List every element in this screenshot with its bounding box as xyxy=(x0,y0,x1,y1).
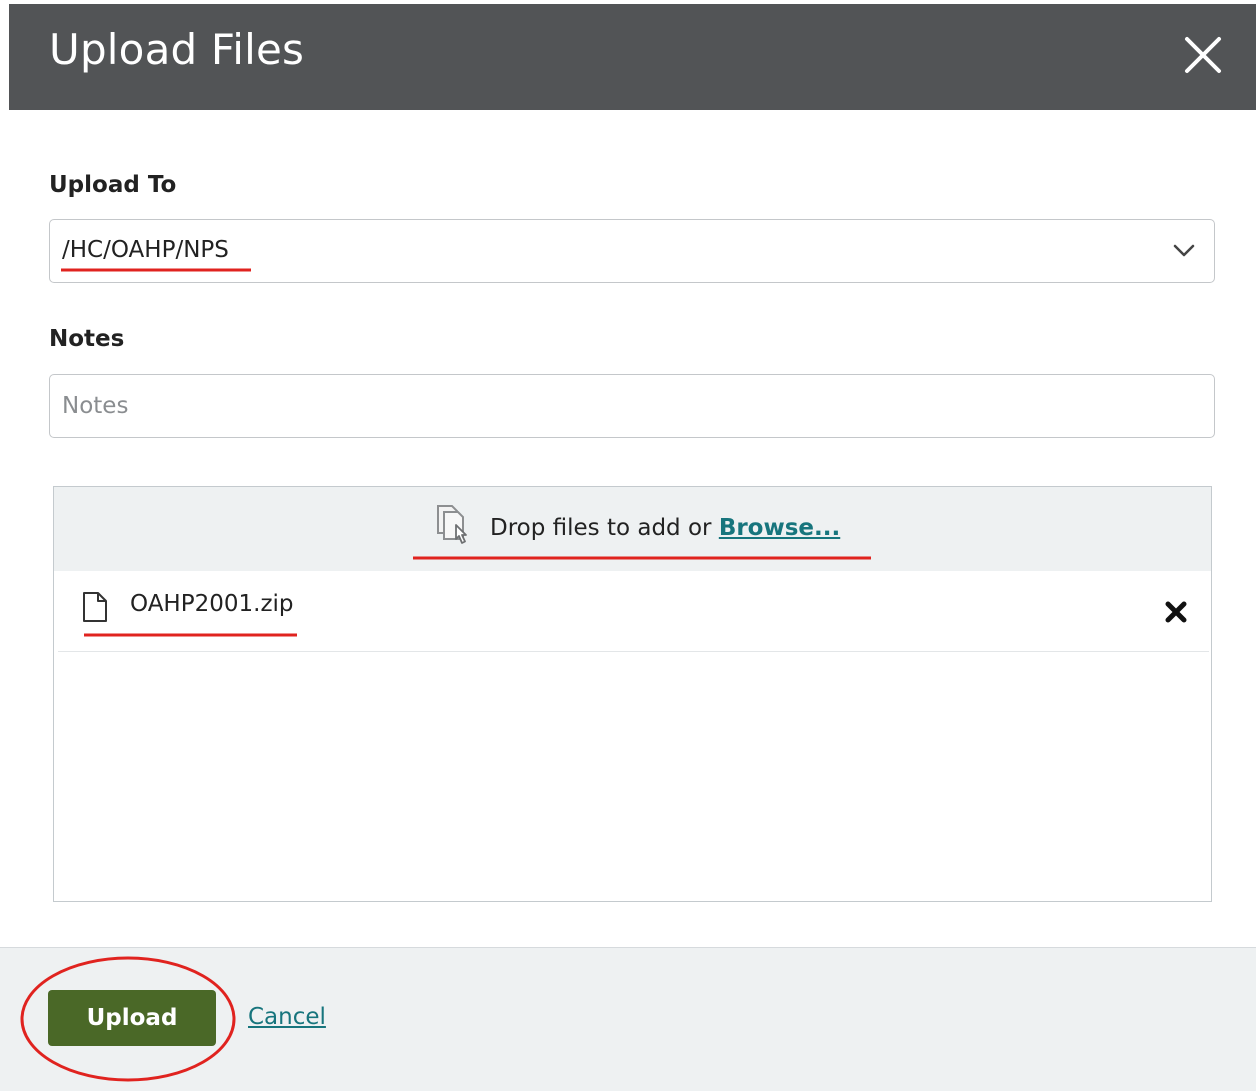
notes-input[interactable] xyxy=(49,374,1215,438)
drop-files-icon xyxy=(437,505,467,544)
file-name: OAHP2001.zip xyxy=(130,591,294,617)
upload-files-dialog: Upload Files Upload To /HC/OAHP/NPS Note… xyxy=(0,0,1256,1091)
close-button[interactable] xyxy=(1180,32,1226,78)
close-icon xyxy=(1185,37,1221,73)
browse-link[interactable]: Browse... xyxy=(719,515,840,541)
dialog-header: Upload Files xyxy=(9,4,1256,110)
upload-button[interactable]: Upload xyxy=(48,990,216,1046)
dropzone-instructions: Drop files to add or Browse... xyxy=(490,515,840,541)
cancel-link[interactable]: Cancel xyxy=(248,1004,326,1030)
dropzone-text: Drop files to add or xyxy=(490,515,719,541)
file-list-item: OAHP2001.zip xyxy=(58,571,1209,652)
file-icon xyxy=(83,592,107,622)
notes-label: Notes xyxy=(49,326,125,352)
remove-x-icon[interactable] xyxy=(1165,601,1187,623)
upload-to-select[interactable]: /HC/OAHP/NPS xyxy=(49,219,1215,283)
dialog-title: Upload Files xyxy=(49,25,305,74)
upload-to-label: Upload To xyxy=(49,172,177,198)
dropzone-header: Drop files to add or Browse... xyxy=(54,487,1211,571)
file-dropzone[interactable]: Drop files to add or Browse... OAHP2001.… xyxy=(53,486,1212,902)
upload-to-selected-value: /HC/OAHP/NPS xyxy=(62,237,229,263)
dialog-footer: Upload Cancel xyxy=(0,947,1256,1091)
chevron-down-icon xyxy=(1173,244,1195,257)
